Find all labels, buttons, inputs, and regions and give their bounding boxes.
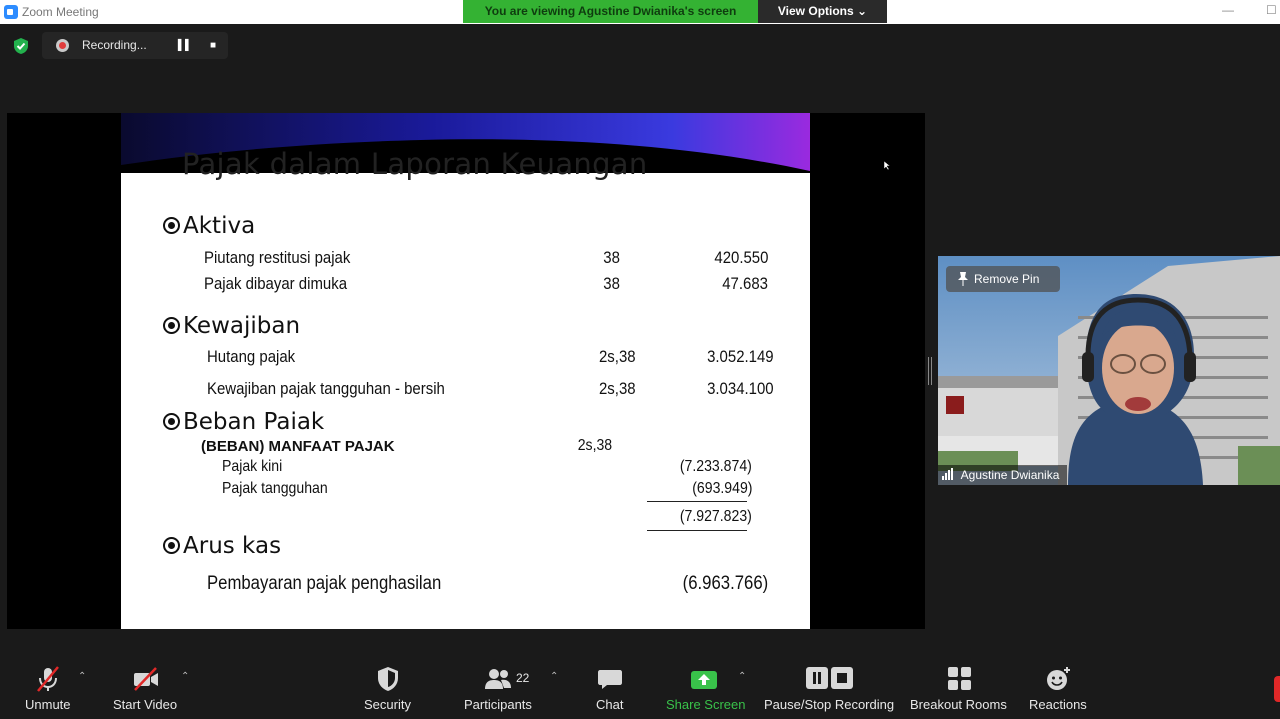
encryption-shield-icon[interactable]: [12, 37, 30, 55]
shared-screen: Pajak dalam Laporan Keuangan Aktiva Piut…: [7, 113, 925, 629]
reactions-emoji-icon: [1047, 667, 1070, 690]
pin-icon: [958, 272, 968, 286]
beban-row-value: (7.233.874): [679, 458, 752, 475]
share-options-caret-icon[interactable]: ⌃: [738, 671, 746, 682]
start-video-button[interactable]: Start Video: [108, 657, 188, 719]
window-title: Zoom Meeting: [22, 5, 99, 19]
arus-row-value: (6.963.766): [682, 573, 768, 594]
beban-row-label: Pajak kini: [222, 458, 283, 475]
recording-dot-icon: [56, 39, 69, 52]
bullet-icon: [163, 537, 180, 554]
slide-title: Pajak dalam Laporan Keuangan: [182, 147, 648, 181]
meeting-toolbar: Unmute ⌃ Start Video ⌃ Security 22 Parti…: [0, 657, 1280, 719]
pause-stop-recording-label: Pause/Stop Recording: [764, 697, 895, 712]
participant-name: Agustine Dwianika: [960, 468, 1060, 482]
remove-pin-button[interactable]: Remove Pin: [946, 266, 1060, 292]
view-options-button[interactable]: View Options ⌄: [758, 0, 887, 23]
stop-recording-icon[interactable]: ■: [204, 37, 222, 55]
kewajiban-row-value: 3.052.149: [707, 347, 774, 366]
video-options-caret-icon[interactable]: ⌃: [181, 671, 189, 682]
subtotal-line: [647, 501, 747, 502]
zoom-logo-icon: [4, 5, 18, 19]
participants-icon: [485, 669, 511, 689]
pause-recording-icon[interactable]: ▌▌: [176, 37, 194, 55]
resize-handle[interactable]: [928, 357, 932, 385]
unmute-button[interactable]: Unmute: [14, 657, 84, 719]
kewajiban-row-note: 2s,38: [599, 379, 636, 398]
participant-name-tag: Agustine Dwianika: [938, 465, 1068, 485]
chat-label: Chat: [596, 697, 624, 712]
bullet-icon: [163, 413, 180, 430]
section-aktiva: Aktiva: [163, 213, 255, 239]
breakout-rooms-icon: [948, 667, 971, 690]
reactions-button[interactable]: Reactions: [1028, 657, 1088, 719]
arus-row-label: Pembayaran pajak penghasilan: [207, 573, 442, 594]
signal-strength-icon: [942, 466, 954, 485]
participant-video-tile[interactable]: Remove Pin Agustine Dwianika: [938, 256, 1280, 485]
aktiva-row-label: Piutang restitusi pajak: [204, 248, 351, 267]
minimize-icon[interactable]: —: [1222, 3, 1234, 17]
start-video-label: Start Video: [113, 697, 178, 712]
video-camera-off-icon: [134, 667, 158, 691]
beban-row-label: Pajak tangguhan: [222, 480, 328, 497]
security-shield-icon: [378, 667, 398, 691]
section-kewajiban: Kewajiban: [163, 313, 300, 339]
maximize-icon[interactable]: ☐: [1266, 3, 1277, 17]
kewajiban-row-label: Kewajiban pajak tangguhan - bersih: [207, 379, 445, 398]
section-arus-kas: Arus kas: [163, 533, 281, 559]
pause-stop-recording-button[interactable]: Pause/Stop Recording: [764, 657, 894, 719]
view-options-label: View Options: [777, 4, 854, 18]
chevron-down-icon: ⌄: [857, 4, 868, 18]
aktiva-row-value: 47.683: [722, 274, 768, 293]
leave-button-edge[interactable]: [1274, 676, 1280, 702]
chat-button[interactable]: Chat: [590, 657, 630, 719]
participants-button[interactable]: 22 Participants: [460, 657, 540, 719]
share-screen-icon: [691, 671, 717, 689]
aktiva-row-note: 38: [603, 274, 620, 293]
presentation-slide: Pajak dalam Laporan Keuangan Aktiva Piut…: [121, 113, 810, 629]
breakout-rooms-button[interactable]: Breakout Rooms: [910, 657, 1010, 719]
pause-stop-recording-icon: [806, 667, 853, 689]
total-line: [647, 530, 747, 531]
title-bar: Zoom Meeting You are viewing Agustine Dw…: [0, 0, 1280, 24]
kewajiban-row-note: 2s,38: [599, 347, 636, 366]
share-screen-label: Share Screen: [666, 697, 746, 712]
beban-total-value: (7.927.823): [679, 508, 752, 525]
mouse-cursor-icon: [884, 161, 890, 170]
aktiva-row-label: Pajak dibayar dimuka: [204, 274, 348, 293]
beban-row-value: (693.949): [691, 480, 752, 497]
kewajiban-row-value: 3.034.100: [707, 379, 774, 398]
bullet-icon: [163, 217, 180, 234]
section-beban-pajak: Beban Paiak: [163, 409, 324, 435]
zoom-meeting-window: Zoom Meeting You are viewing Agustine Dw…: [0, 0, 1280, 719]
kewajiban-row-label: Hutang pajak: [207, 347, 296, 366]
beban-subheading: (BEBAN) MANFAAT PAJAK: [201, 438, 395, 455]
unmute-label: Unmute: [25, 697, 71, 712]
share-screen-button[interactable]: Share Screen: [664, 657, 746, 719]
breakout-rooms-label: Breakout Rooms: [910, 697, 1007, 712]
participants-caret-icon[interactable]: ⌃: [550, 671, 558, 682]
aktiva-row-value: 420.550: [713, 248, 768, 267]
recording-label: Recording...: [82, 38, 147, 52]
remove-pin-label: Remove Pin: [974, 272, 1040, 286]
beban-note: 2s,38: [577, 437, 612, 454]
security-label: Security: [364, 697, 411, 712]
audio-options-caret-icon[interactable]: ⌃: [78, 671, 86, 682]
chat-bubble-icon: [598, 670, 622, 689]
participants-count: 22: [516, 671, 530, 685]
recording-indicator: Recording... ▌▌ ■: [42, 32, 228, 59]
microphone-muted-icon: [37, 666, 59, 692]
reactions-label: Reactions: [1029, 697, 1087, 712]
security-button[interactable]: Security: [360, 657, 416, 719]
aktiva-row-note: 38: [603, 248, 620, 267]
viewing-screen-banner: You are viewing Agustine Dwianika's scre…: [463, 0, 758, 23]
bullet-icon: [163, 317, 180, 334]
participants-label: Participants: [464, 697, 532, 712]
